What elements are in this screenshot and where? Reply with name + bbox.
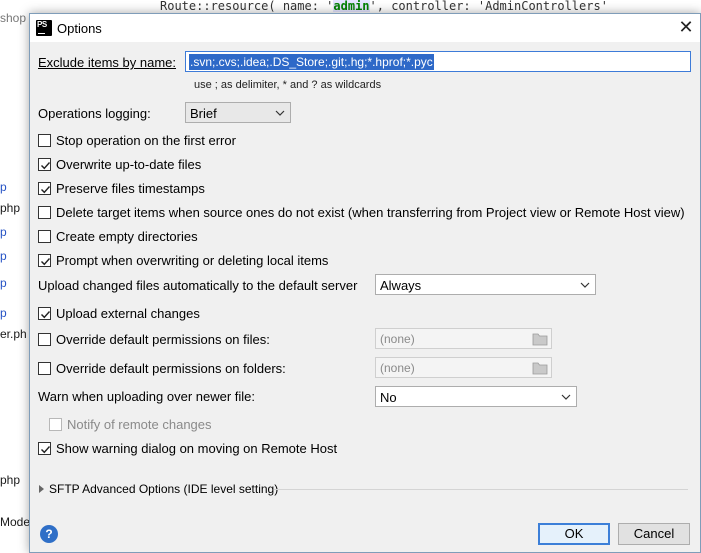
tree-item[interactable]: p bbox=[0, 179, 7, 195]
upload-changed-select[interactable]: Always bbox=[375, 274, 596, 295]
checkbox-box[interactable] bbox=[38, 206, 51, 219]
notify-remote-label: Notify of remote changes bbox=[67, 417, 212, 432]
checkbox-box[interactable] bbox=[38, 362, 51, 375]
checkbox-box[interactable] bbox=[38, 158, 51, 171]
exclude-items-value: .svn;.cvs;.idea;.DS_Store;.git;.hg;*.hpr… bbox=[189, 54, 434, 70]
permissions-files-value: (none) bbox=[380, 332, 415, 346]
tree-item[interactable]: php bbox=[0, 200, 20, 216]
project-tree: shop p php p p p p er.ph php Mode bbox=[0, 0, 30, 553]
warn-newer-select[interactable]: No bbox=[375, 386, 577, 407]
chevron-down-icon bbox=[275, 110, 285, 116]
upload-changed-value: Always bbox=[380, 278, 422, 293]
exclude-items-hint: use ; as delimiter, * and ? as wildcards bbox=[194, 79, 382, 91]
warn-newer-label: Warn when uploading over newer file: bbox=[38, 389, 256, 404]
checkbox-box[interactable] bbox=[38, 134, 51, 147]
tree-item[interactable]: php bbox=[0, 472, 20, 488]
dialog-content: Exclude items by name: .svn;.cvs;.idea;.… bbox=[30, 42, 700, 552]
exclude-items-label: Exclude items by name: bbox=[38, 55, 176, 70]
ok-button[interactable]: OK bbox=[538, 523, 610, 545]
sftp-advanced-toggle[interactable]: SFTP Advanced Options (IDE level setting… bbox=[49, 482, 278, 496]
editor-code-post: ', controller: 'AdminControllers' bbox=[369, 0, 608, 12]
show-warning-label: Show warning dialog on moving on Remote … bbox=[56, 441, 338, 456]
override-files-label: Override default permissions on files: bbox=[56, 332, 270, 347]
checkbox-box bbox=[49, 418, 62, 431]
operations-logging-select[interactable]: Brief bbox=[185, 102, 291, 123]
upload-changed-label: Upload changed files automatically to th… bbox=[38, 278, 358, 293]
permissions-files-field: (none) bbox=[375, 328, 552, 349]
tree-item[interactable]: p bbox=[0, 305, 7, 321]
checkmark-icon bbox=[41, 186, 51, 194]
section-divider bbox=[274, 489, 688, 490]
operations-logging-value: Brief bbox=[190, 106, 217, 121]
prompt-overwrite-label: Prompt when overwriting or deleting loca… bbox=[56, 253, 329, 268]
checkmark-icon bbox=[41, 446, 51, 454]
expand-arrow-icon[interactable] bbox=[39, 485, 44, 493]
checkbox-box[interactable] bbox=[38, 333, 51, 346]
folder-icon bbox=[532, 362, 548, 375]
checkbox-box[interactable] bbox=[38, 307, 51, 320]
override-folders-label: Override default permissions on folders: bbox=[56, 361, 286, 376]
delete-target-label: Delete target items when source ones do … bbox=[56, 205, 685, 220]
checkbox-box[interactable] bbox=[38, 182, 51, 195]
options-dialog: PS Options ✕ Exclude items by name: .svn… bbox=[29, 13, 701, 553]
checkmark-icon bbox=[41, 258, 51, 266]
help-button[interactable]: ? bbox=[40, 525, 58, 543]
permissions-folders-field: (none) bbox=[375, 357, 552, 378]
checkbox-box[interactable] bbox=[38, 442, 51, 455]
folder-icon bbox=[532, 333, 548, 346]
tree-item[interactable]: er.ph bbox=[0, 326, 27, 342]
dialog-title: Options bbox=[57, 21, 102, 36]
create-empty-dirs-label: Create empty directories bbox=[56, 229, 198, 244]
stop-on-error-label: Stop operation on the first error bbox=[56, 133, 236, 148]
tree-item[interactable]: p bbox=[0, 248, 7, 264]
operations-logging-label: Operations logging: bbox=[38, 106, 151, 121]
tree-item[interactable]: shop bbox=[0, 10, 26, 26]
editor-code-line: Route::resource( name: 'admin', controll… bbox=[160, 0, 701, 12]
dialog-titlebar[interactable]: PS Options ✕ bbox=[30, 14, 700, 42]
close-button[interactable]: ✕ bbox=[672, 14, 700, 42]
editor-code-pre: Route::resource( name: ' bbox=[160, 0, 334, 12]
phpstorm-app-icon: PS bbox=[36, 20, 52, 36]
warn-newer-value: No bbox=[380, 390, 397, 405]
upload-external-label: Upload external changes bbox=[56, 306, 200, 321]
tree-item[interactable]: Mode bbox=[0, 514, 30, 530]
editor-code-keyword: admin bbox=[333, 0, 370, 12]
checkbox-box[interactable] bbox=[38, 254, 51, 267]
chevron-down-icon bbox=[580, 282, 590, 288]
exclude-items-input[interactable]: .svn;.cvs;.idea;.DS_Store;.git;.hg;*.hpr… bbox=[185, 51, 691, 72]
tree-item[interactable]: p bbox=[0, 275, 7, 291]
checkbox-box[interactable] bbox=[38, 230, 51, 243]
preserve-timestamps-label: Preserve files timestamps bbox=[56, 181, 205, 196]
overwrite-label: Overwrite up-to-date files bbox=[56, 157, 202, 172]
exclude-items-label-text: Exclude items by name: bbox=[38, 55, 177, 70]
checkmark-icon bbox=[41, 311, 51, 319]
checkmark-icon bbox=[41, 162, 51, 170]
permissions-folders-value: (none) bbox=[380, 361, 415, 375]
chevron-down-icon bbox=[561, 394, 571, 400]
cancel-button[interactable]: Cancel bbox=[618, 523, 690, 545]
tree-item[interactable]: p bbox=[0, 224, 7, 240]
